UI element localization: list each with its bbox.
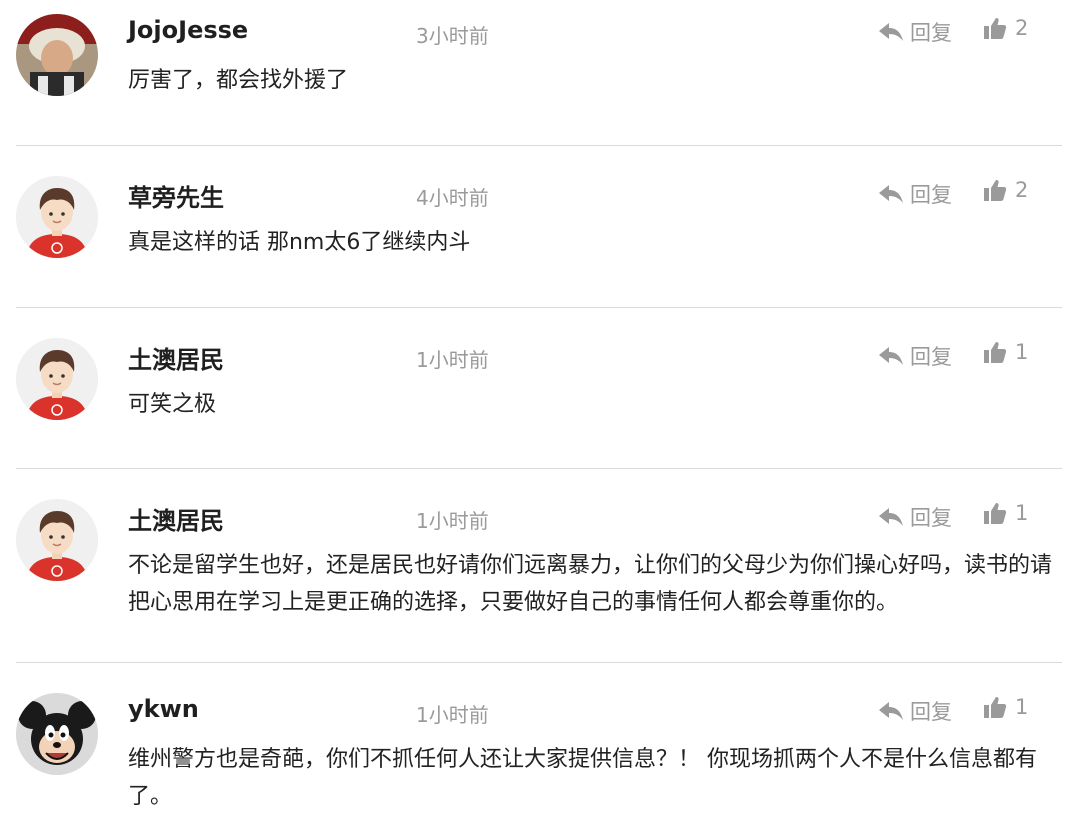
timestamp: 1小时前	[416, 348, 489, 372]
user-avatar[interactable]	[16, 338, 98, 420]
timestamp: 1小时前	[416, 509, 489, 533]
like-count: 2	[1015, 16, 1029, 40]
reply-arrow-icon	[879, 185, 903, 203]
reply-label: 回复	[910, 183, 952, 207]
comment-text: 厉害了，都会找外援了	[128, 68, 349, 93]
like-count: 2	[1015, 178, 1029, 202]
username[interactable]: JojoJesse	[128, 16, 248, 44]
reply-button[interactable]: 回复	[878, 696, 952, 726]
user-avatar[interactable]	[16, 176, 98, 258]
reply-button[interactable]: 回复	[878, 179, 952, 209]
thumbs-up-icon	[984, 697, 1007, 718]
divider	[16, 145, 1062, 146]
thumbs-up-icon	[984, 342, 1007, 363]
timestamp: 3小时前	[416, 24, 489, 48]
mickey-avatar-icon	[16, 693, 98, 775]
username[interactable]: 草旁先生	[128, 178, 224, 213]
like-count: 1	[1015, 340, 1029, 364]
user-avatar[interactable]	[16, 499, 98, 581]
like-count: 1	[1015, 695, 1029, 719]
like-count: 1	[1015, 501, 1029, 525]
username[interactable]: ykwn	[128, 695, 199, 723]
like-button[interactable]: 1	[983, 501, 1028, 525]
reply-label: 回复	[910, 506, 952, 530]
thumbs-up-icon	[984, 18, 1007, 39]
timestamp: 1小时前	[416, 703, 489, 727]
reply-button[interactable]: 回复	[878, 341, 952, 371]
reply-arrow-icon	[879, 508, 903, 526]
comment-text: 真是这样的话 那nm太6了继续内斗	[128, 230, 471, 255]
default-boy-avatar-icon	[16, 338, 98, 420]
user-avatar[interactable]	[16, 693, 98, 775]
thumbs-up-icon	[984, 503, 1007, 524]
reply-label: 回复	[910, 345, 952, 369]
divider	[16, 468, 1062, 469]
reply-label: 回复	[910, 21, 952, 45]
divider	[16, 662, 1062, 663]
user-avatar[interactable]	[16, 14, 98, 96]
comment-text: 不论是留学生也好，还是居民也好请你们远离暴力，让你们的父母少为你们操心好吗，读书…	[128, 553, 1053, 615]
username[interactable]: 土澳居民	[128, 501, 224, 536]
comment-text: 可笑之极	[128, 392, 217, 417]
like-button[interactable]: 2	[983, 178, 1028, 202]
like-button[interactable]: 2	[983, 16, 1028, 40]
thumbs-up-icon	[984, 180, 1007, 201]
timestamp: 4小时前	[416, 186, 489, 210]
default-boy-avatar-icon	[16, 176, 98, 258]
like-button[interactable]: 1	[983, 695, 1028, 719]
like-button[interactable]: 1	[983, 340, 1028, 364]
comment-text: 维州警方也是奇葩，你们不抓任何人还让大家提供信息？！ 你现场抓两个人不是什么信息…	[128, 747, 1037, 809]
photo-avatar-icon	[16, 14, 98, 96]
reply-arrow-icon	[879, 347, 903, 365]
username[interactable]: 土澳居民	[128, 340, 224, 375]
reply-label: 回复	[910, 700, 952, 724]
reply-arrow-icon	[879, 23, 903, 41]
default-boy-avatar-icon	[16, 499, 98, 581]
reply-arrow-icon	[879, 702, 903, 720]
reply-button[interactable]: 回复	[878, 502, 952, 532]
reply-button[interactable]: 回复	[878, 17, 952, 47]
divider	[16, 307, 1062, 308]
